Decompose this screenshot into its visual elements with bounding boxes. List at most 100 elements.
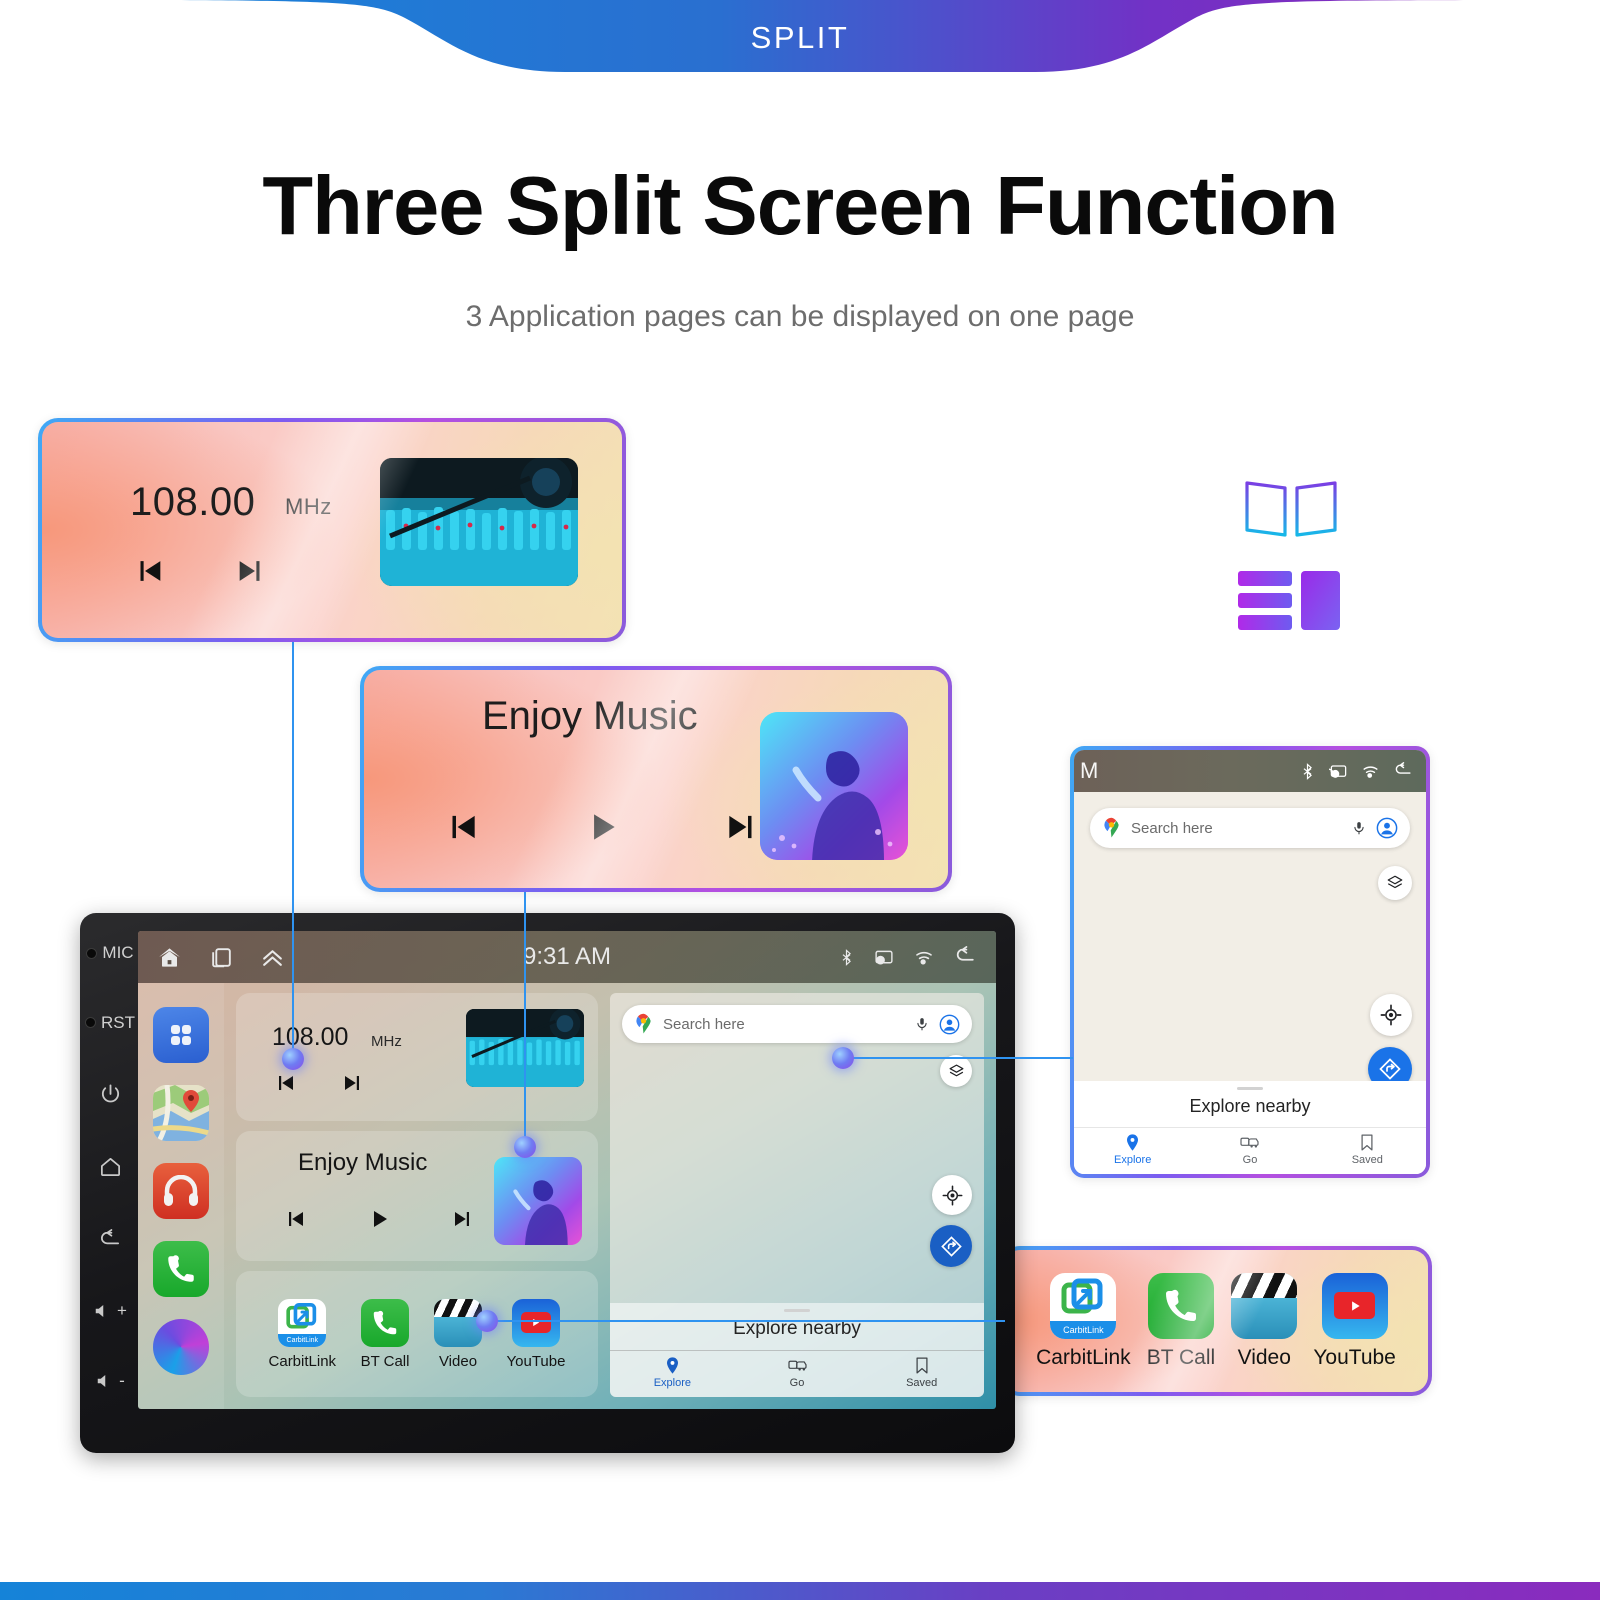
hu-nav-item-go[interactable]: Go (735, 1351, 860, 1397)
explore-nearby-title: Explore nearby (1189, 1096, 1311, 1116)
skip-previous-icon[interactable] (272, 1071, 298, 1095)
back-icon[interactable] (953, 946, 978, 968)
hu-side-dock (138, 983, 224, 1409)
singer-artwork (760, 712, 908, 860)
nav-label-go: Go (1242, 1154, 1258, 1166)
hu-statusbar-left (156, 945, 285, 970)
music-headphones-icon[interactable] (153, 1163, 209, 1219)
microphone-icon[interactable] (1352, 819, 1366, 837)
skip-next-icon[interactable] (340, 1071, 366, 1095)
app-youtube[interactable]: YouTube (1313, 1272, 1396, 1370)
bezel-mic: MIC (86, 943, 134, 963)
phone-icon[interactable] (153, 1241, 209, 1297)
hu-nav-label-saved: Saved (906, 1377, 938, 1389)
home-icon[interactable] (98, 1155, 123, 1178)
app-carbitlink[interactable]: CarbitLink CarbitLink (1036, 1272, 1131, 1370)
cast-icon (875, 950, 893, 964)
hu-app-bt-call[interactable]: BT Call (360, 1298, 410, 1370)
youtube-play-box (1334, 1291, 1376, 1320)
hu-nav-item-saved[interactable]: Saved (859, 1351, 984, 1397)
nav-item-saved[interactable]: Saved (1309, 1128, 1426, 1174)
my-location-icon[interactable] (1370, 994, 1412, 1036)
music-controls (442, 808, 762, 846)
maps-icon[interactable] (153, 1085, 209, 1141)
place-pin-icon (666, 1357, 678, 1374)
chevron-up-icon[interactable] (260, 945, 285, 970)
directions-glyph (940, 1235, 962, 1257)
assistant-ring-icon[interactable] (153, 1319, 209, 1375)
headphones-glyph (164, 1175, 198, 1206)
hu-statusbar: 9:31 AM (138, 931, 996, 983)
head-unit-bezel: MIC RST + - (80, 931, 140, 1411)
phone-glyph (168, 1255, 194, 1282)
connector-maps (845, 1057, 1073, 1059)
recents-icon[interactable] (209, 945, 234, 970)
youtube-icon (1321, 1272, 1388, 1339)
reset-hole-icon[interactable] (85, 1017, 96, 1029)
account-circle-icon[interactable] (939, 1014, 960, 1035)
back-icon[interactable] (98, 1228, 123, 1251)
microphone-icon[interactable] (915, 1015, 929, 1033)
layers-icon[interactable] (940, 1055, 972, 1087)
apps-card-surface: CarbitLink CarbitLink BT Call Video YouT… (1004, 1250, 1428, 1392)
clapper-stripes (1231, 1272, 1298, 1298)
skip-previous-icon[interactable] (442, 808, 482, 846)
phone-icon (361, 1298, 410, 1347)
nav-item-explore[interactable]: Explore (1074, 1128, 1191, 1174)
hu-app-carbitlink[interactable]: CarbitLink CarbitLink (269, 1298, 336, 1370)
app-video[interactable]: Video (1231, 1272, 1298, 1370)
hu-radio-frequency: 108.00 (272, 1023, 349, 1051)
connector-radio (292, 642, 294, 1060)
banner-label: SPLIT (750, 20, 850, 55)
skip-next-icon[interactable] (722, 808, 762, 846)
my-location-icon[interactable] (932, 1175, 972, 1215)
hu-app-label-youtube: YouTube (506, 1352, 566, 1370)
layers-icon[interactable] (1378, 866, 1412, 900)
directions-icon[interactable] (930, 1225, 972, 1267)
carbitlink-badge: CarbitLink (1050, 1321, 1117, 1339)
hu-nav-item-explore[interactable]: Explore (610, 1351, 735, 1397)
hu-music-widget[interactable]: Enjoy Music (236, 1131, 598, 1261)
hu-radio-unit: MHz (371, 1033, 402, 1050)
home-icon[interactable] (156, 945, 183, 970)
play-icon[interactable] (366, 1207, 392, 1231)
maps-bottom-nav: Explore Go Saved (1074, 1127, 1426, 1174)
bezel-label-mic: MIC (102, 943, 134, 962)
my-location-glyph (942, 1185, 962, 1205)
google-maps-pin-icon (1104, 817, 1119, 838)
hu-app-youtube[interactable]: YouTube (506, 1298, 566, 1370)
maps-callout-card: M Search here Explore nearby Explore Go … (1070, 746, 1430, 1178)
youtube-icon (511, 1298, 560, 1347)
bezel-volume-down[interactable]: - (95, 1371, 125, 1391)
bluetooth-icon (842, 948, 851, 966)
hu-app-label-video: Video (438, 1352, 478, 1370)
bezel-label-volup: + (117, 1301, 127, 1321)
nav-item-go[interactable]: Go (1191, 1128, 1308, 1174)
skip-previous-icon[interactable] (282, 1207, 308, 1231)
layers-glyph (949, 1064, 963, 1076)
skip-next-icon[interactable] (232, 554, 270, 588)
skip-previous-icon[interactable] (130, 554, 168, 588)
all-apps-icon[interactable] (153, 1007, 209, 1063)
account-circle-icon[interactable] (1376, 817, 1398, 839)
hu-music-title: Enjoy Music (298, 1149, 428, 1176)
app-bt-call[interactable]: BT Call (1147, 1272, 1215, 1370)
radio-controls (130, 554, 270, 588)
play-glyph (533, 1318, 540, 1327)
skip-next-icon[interactable] (450, 1207, 476, 1231)
bezel-rst[interactable]: RST (85, 1013, 135, 1033)
hu-app-label-bt-call: BT Call (360, 1352, 410, 1370)
hu-maps-pane: Search here Explore nearby Explore Go Sa… (610, 993, 984, 1397)
apps-row: CarbitLink CarbitLink BT Call Video YouT… (1004, 1250, 1428, 1392)
hu-app-video[interactable]: Video (433, 1298, 482, 1370)
bookmark-icon (916, 1357, 928, 1374)
radio-card-surface: 108.00 MHz (42, 422, 622, 638)
bezel-volume-up[interactable]: + (93, 1301, 127, 1321)
hu-maps-bottom-sheet: Explore nearby Explore Go Saved (610, 1303, 984, 1397)
play-icon[interactable] (582, 808, 622, 846)
wifi-icon (1363, 766, 1378, 778)
power-icon[interactable] (99, 1083, 122, 1106)
hu-maps-search-bar[interactable]: Search here (622, 1005, 972, 1043)
page-subtitle: 3 Application pages can be displayed on … (465, 300, 1135, 333)
maps-search-bar[interactable]: Search here (1090, 808, 1410, 848)
